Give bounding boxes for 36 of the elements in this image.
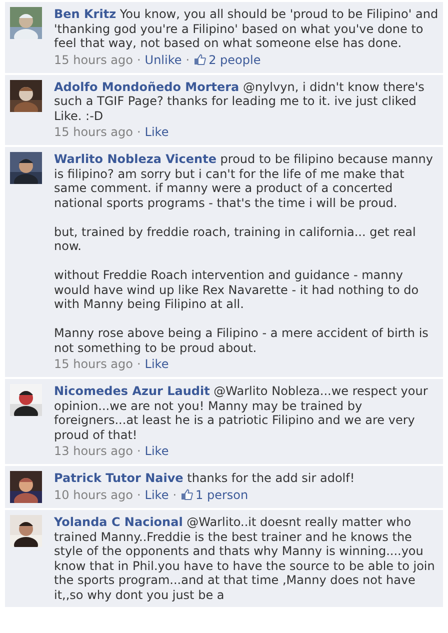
thumbs-up-icon: [194, 54, 206, 65]
separator-dot: ·: [186, 52, 190, 68]
like-link[interactable]: Like: [144, 443, 169, 459]
timestamp: 15 hours ago: [54, 52, 133, 68]
author-link[interactable]: Warlito Nobleza Vicente: [54, 152, 216, 166]
timestamp: 15 hours ago: [54, 124, 133, 140]
author-link[interactable]: Nicomedes Azur Laudit: [54, 384, 210, 398]
comment-text: Adolfo Mondoñedo Mortera @nylvyn, i didn't know there's such a TGIF Page? thanks for leading me to it. ive just cliked Like. :-D: [54, 80, 426, 123]
separator-dot: ·: [136, 124, 141, 140]
comment-text: but, trained by freddie roach, training in california... get real now.: [54, 224, 417, 254]
like-link[interactable]: Like: [144, 356, 169, 372]
like-link[interactable]: Like: [144, 486, 169, 502]
timestamp: 13 hours ago: [54, 443, 133, 459]
timestamp: 15 hours ago: [54, 356, 133, 372]
author-link[interactable]: Yolanda C Nacional: [54, 515, 183, 529]
like-link[interactable]: Like: [144, 124, 169, 140]
comment-text: Yolanda C Nacional @Warlito..it doesnt really matter who trained Manny..Freddie is the best trainer and he knows the style of the opponents and thats why Manny is winning....you know that in Phil.you have to have the source to be able to join the sports program...and at that time ,Manny does not have it,,so why dont you just be a: [54, 515, 436, 602]
separator-dot: ·: [136, 356, 141, 372]
separator-dot: ·: [136, 443, 141, 459]
comment-text: Nicomedes Azur Laudit @Warlito Nobleza...we respect your opinion...we are not you! Manny may be trained by foreigners...at least he is a patriotic Filipino and we are very proud of that!: [54, 384, 429, 442]
timestamp: 10 hours ago: [54, 486, 133, 502]
comment-text: Ben Kritz You know, you all should be 'proud to be Filipino' and 'thanking god you're a Filipino' based on what you've done to feel that way, not based on what someone else has done.: [54, 7, 439, 50]
comment-text: Warlito Nobleza Vicente proud to be filipino because manny is filipino? am sorry but i can't for the life of me make that same comment. if manny were a product of a concerted national sports programs - that's the time i will be proud.: [54, 152, 434, 210]
thumbs-up-icon: [180, 489, 193, 500]
comment-text: without Freddie Roach intervention and guidance - manny would have wind up like Rex Navarette - it had nothing to do with Manny being Filipino at all.: [54, 268, 420, 312]
separator-dot: ·: [136, 52, 141, 68]
comment-text: Patrick Tutor Naive thanks for the add sir adolf!: [54, 471, 356, 486]
likes-link[interactable]: 1 person: [196, 486, 248, 502]
author-link[interactable]: Adolfo Mondoñedo Mortera: [54, 80, 240, 94]
author-link[interactable]: Ben Kritz: [54, 7, 116, 21]
likes-link[interactable]: 2 people: [208, 52, 261, 68]
author-link[interactable]: Patrick Tutor Naive: [54, 471, 184, 485]
separator-dot: ·: [172, 486, 177, 502]
like-link[interactable]: Unlike: [144, 52, 182, 68]
comment-text: Manny rose above being a Filipino - a mere accident of birth is not something to be proud about.: [54, 326, 430, 355]
separator-dot: ·: [136, 486, 141, 502]
